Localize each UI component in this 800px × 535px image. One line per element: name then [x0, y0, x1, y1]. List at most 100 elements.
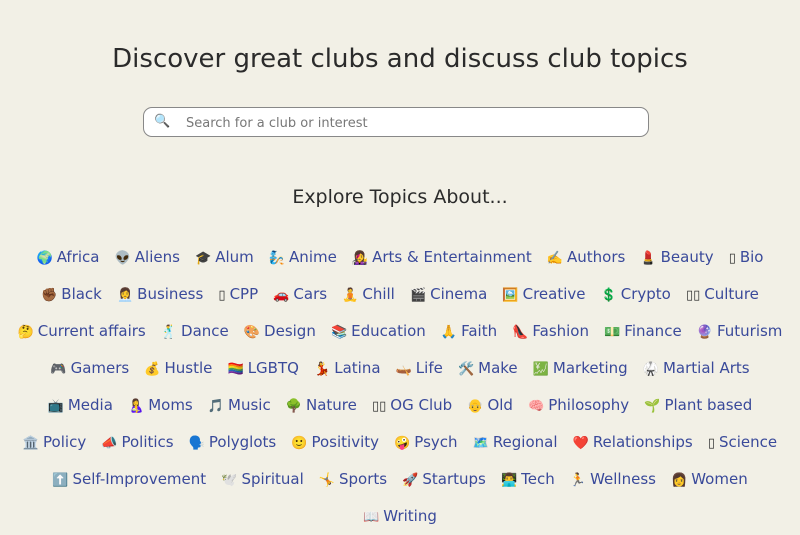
topic-emoji-icon: ▯▯ — [371, 399, 387, 414]
topic-label: Bio — [739, 248, 764, 266]
topic-link[interactable]: 🙏 Faith — [441, 314, 497, 350]
topic-label: Sports — [339, 470, 388, 488]
topic-link[interactable]: 👩 Women — [671, 462, 748, 498]
topic-link[interactable]: 🏳️‍🌈 LGBTQ — [228, 351, 299, 387]
topic-link[interactable]: 🕺 Dance — [161, 314, 229, 350]
topic-emoji-icon: 👴 — [467, 399, 484, 414]
topic-emoji-icon: 🏃 — [569, 473, 587, 488]
topic-link[interactable]: 👨‍💻 Tech — [501, 462, 555, 498]
topic-link[interactable]: ✊🏾 Black — [41, 277, 102, 313]
topic-link[interactable]: 💵 Finance — [604, 314, 682, 350]
topic-emoji-icon: ❤️ — [572, 436, 589, 451]
topic-emoji-icon: 🌳 — [285, 399, 302, 414]
topic-link[interactable]: 👩‍💼 Business — [117, 277, 203, 313]
topic-link[interactable]: 💄 Beauty — [640, 240, 713, 276]
topic-label: Design — [264, 322, 316, 340]
topic-link[interactable]: ⬆️ Self-Improvement — [52, 462, 206, 498]
topic-link[interactable]: 📚 Education — [331, 314, 426, 350]
topic-link[interactable]: 🗺️ Regional — [473, 425, 558, 461]
topic-label: Dance — [181, 322, 229, 340]
topic-emoji-icon: 💰 — [144, 362, 161, 377]
topic-link[interactable]: 👩‍🎤 Arts & Entertainment — [352, 240, 532, 276]
topic-link[interactable]: ❤️ Relationships — [573, 425, 693, 461]
topic-label: Cars — [293, 285, 328, 303]
topic-emoji-icon: 🖼️ — [502, 288, 519, 303]
topic-link[interactable]: 🖼️ Creative — [502, 277, 585, 313]
topic-link[interactable]: 🧘 Chill — [342, 277, 395, 313]
topic-label: Hustle — [164, 359, 213, 377]
topic-label: Cinema — [430, 285, 488, 303]
topic-link[interactable]: 🌳 Nature — [286, 388, 357, 424]
topic-link[interactable]: 🎓 Alum — [195, 240, 254, 276]
topic-link[interactable]: 💰 Hustle — [144, 351, 212, 387]
topic-link[interactable]: 🤪 Psych — [394, 425, 457, 461]
topic-emoji-icon: 🧞 — [268, 251, 286, 266]
topic-label: Positivity — [311, 433, 380, 451]
topic-emoji-icon: 📚 — [330, 325, 348, 340]
topic-link[interactable]: 🛠️ Make — [458, 351, 518, 387]
search-box[interactable]: 🔍 — [143, 107, 649, 137]
topic-link[interactable]: 👽 Aliens — [115, 240, 180, 276]
topic-emoji-icon: 🤱 — [128, 399, 145, 414]
topic-label: Fashion — [532, 322, 589, 340]
topic-label: Africa — [56, 248, 100, 266]
topic-label: LGBTQ — [247, 359, 299, 377]
topic-link[interactable]: 🛶 Life — [396, 351, 443, 387]
topic-link[interactable]: 🌱 Plant based — [644, 388, 752, 424]
topic-label: Black — [61, 285, 102, 303]
topic-link[interactable]: 🙂 Positivity — [291, 425, 379, 461]
topic-link[interactable]: 🏛️ Policy — [23, 425, 86, 461]
topic-label: Chill — [362, 285, 395, 303]
topic-emoji-icon: ▯▯ — [685, 288, 701, 303]
topic-link[interactable]: 🎵 Music — [208, 388, 271, 424]
topic-emoji-icon: 👩‍🎤 — [351, 251, 369, 266]
search-input[interactable] — [184, 112, 638, 134]
topic-emoji-icon: 🚀 — [402, 473, 419, 488]
topic-label: Music — [228, 396, 271, 414]
topic-link[interactable]: 🗣️ Polyglots — [189, 425, 276, 461]
topic-link[interactable]: ▯ Science — [708, 425, 777, 461]
topic-link[interactable]: 👴 Old — [467, 388, 513, 424]
topic-link[interactable]: 🕊️ Spiritual — [221, 462, 303, 498]
search-icon: 🔍 — [154, 114, 171, 129]
topic-link[interactable]: ▯ Bio — [729, 240, 764, 276]
topic-emoji-icon: 👩 — [671, 473, 688, 488]
topic-link[interactable]: ▯▯ Culture — [686, 277, 759, 313]
topic-label: Authors — [567, 248, 626, 266]
topic-label: Make — [478, 359, 518, 377]
topic-link[interactable]: 🧠 Philosophy — [528, 388, 629, 424]
topic-link[interactable]: 📣 Politics — [101, 425, 173, 461]
topic-link[interactable]: 💹 Marketing — [533, 351, 628, 387]
topic-link[interactable]: ✍️ Authors — [547, 240, 626, 276]
topic-link[interactable]: 🎮 Gamers — [50, 351, 129, 387]
topic-link[interactable]: 🧞 Anime — [269, 240, 337, 276]
topic-emoji-icon: ▯ — [218, 288, 226, 303]
topic-emoji-icon: ▯ — [728, 251, 736, 266]
topic-label: Business — [137, 285, 204, 303]
topic-link[interactable]: 🤔 Current affairs — [18, 314, 146, 350]
topic-link[interactable]: ▯ CPP — [218, 277, 258, 313]
topic-link[interactable]: 🚀 Startups — [402, 462, 486, 498]
topic-emoji-icon: 📣 — [101, 436, 118, 451]
topic-link[interactable]: 👠 Fashion — [512, 314, 589, 350]
topic-link[interactable]: 🔮 Futurism — [697, 314, 783, 350]
topic-link[interactable]: 🚗 Cars — [273, 277, 327, 313]
topic-link[interactable]: 🤸 Sports — [319, 462, 387, 498]
topic-label: Current affairs — [37, 322, 146, 340]
topic-link[interactable]: 🏃 Wellness — [570, 462, 656, 498]
topic-link[interactable]: ▯▯ OG Club — [372, 388, 452, 424]
topic-label: Psych — [414, 433, 458, 451]
topic-link[interactable]: 💲 Crypto — [601, 277, 671, 313]
topic-link[interactable]: 🎨 Design — [244, 314, 316, 350]
topic-link[interactable]: 🎬 Cinema — [410, 277, 487, 313]
topic-label: Wellness — [590, 470, 656, 488]
topic-emoji-icon: 🛠️ — [457, 362, 475, 377]
topic-link[interactable]: 📖 Writing — [363, 499, 437, 535]
topic-link[interactable]: 🌍 Africa — [37, 240, 100, 276]
topic-link[interactable]: 💃 Latina — [314, 351, 380, 387]
topic-link[interactable]: 🤱 Moms — [128, 388, 193, 424]
topic-emoji-icon: 🎵 — [207, 399, 225, 414]
topic-label: Plant based — [664, 396, 753, 414]
topic-link[interactable]: 🥋 Martial Arts — [643, 351, 750, 387]
topic-link[interactable]: 📺 Media — [48, 388, 113, 424]
